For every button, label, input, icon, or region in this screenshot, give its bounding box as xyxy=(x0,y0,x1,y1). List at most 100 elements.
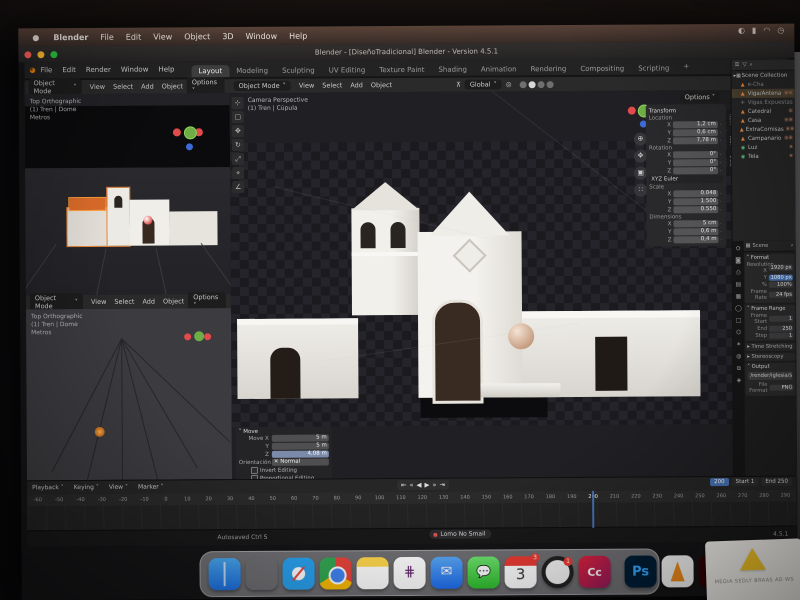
macos-menu-help[interactable]: Help xyxy=(289,31,307,40)
transform-orientation-selector[interactable]: Global ˅ xyxy=(465,79,502,89)
modifier-tab-icon[interactable]: ⌬ xyxy=(734,328,743,337)
topbar-menu-file[interactable]: File xyxy=(41,66,53,74)
outliner-item-catedral[interactable]: ▲Catedral▣ xyxy=(732,107,795,116)
checkbox-icon[interactable] xyxy=(251,475,258,479)
timeline-tick-150[interactable]: 150 xyxy=(476,494,497,500)
keyframe-dot-icon[interactable]: · xyxy=(718,122,723,128)
timeline-tick--10[interactable]: -10 xyxy=(134,497,155,503)
timeline-tick--60[interactable]: -60 xyxy=(27,497,48,503)
timeline-tick-280[interactable]: 280 xyxy=(753,493,774,499)
property-value-field[interactable]: 1080 px xyxy=(769,275,793,281)
outliner-editor-icon[interactable]: ☰ xyxy=(734,62,739,68)
display-icon[interactable]: ◐ xyxy=(738,26,745,35)
rotate-tool-icon[interactable]: ↻ xyxy=(232,139,244,151)
timeline-tick-80[interactable]: 80 xyxy=(326,495,347,501)
adjust-last-operation-panel[interactable]: ˅ Move Move X5 mY5 mZ4,08 m Orientación … xyxy=(236,426,332,479)
macos-menu-view[interactable]: View xyxy=(153,32,172,41)
church-model-mini[interactable] xyxy=(67,185,217,248)
outliner-item-viga-antena[interactable]: ▲Viga/Antena▣▣ xyxy=(732,89,795,98)
output-path-field[interactable]: /render/iglesia/salida/ xyxy=(748,372,792,380)
dock-app-creative-cloud[interactable]: Cc xyxy=(578,556,610,588)
main-viewport-camera-perspective[interactable]: Camera Perspective(1) Tren | Cúpula ⊹▢✥↻… xyxy=(230,90,733,479)
keyframe-dot-icon[interactable]: · xyxy=(718,160,723,166)
timeline-tick-240[interactable]: 240 xyxy=(668,493,689,499)
church-facade[interactable] xyxy=(417,191,522,398)
timeline-tick-110[interactable]: 110 xyxy=(390,495,411,501)
status-notification-pill[interactable]: Lomo No Smail xyxy=(429,529,491,538)
solid-shading-icon[interactable] xyxy=(528,81,535,88)
workspace-tab-uv-editing[interactable]: UV Editing xyxy=(322,64,373,76)
left-wing-door[interactable] xyxy=(270,348,300,399)
timeline-tick-220[interactable]: 220 xyxy=(625,494,646,500)
keyframe-dot-icon[interactable]: · xyxy=(718,191,723,197)
timeline-tick-180[interactable]: 180 xyxy=(540,494,561,500)
visibility-icons[interactable]: ◉ xyxy=(789,154,793,159)
location-value-field[interactable]: 7,78 m xyxy=(673,137,718,144)
viewport-menu-add[interactable]: Add xyxy=(142,298,155,306)
property-value-field[interactable]: 1920 px xyxy=(769,265,793,271)
select-box-tool-icon[interactable]: ▢ xyxy=(232,111,244,123)
workspace-tab-texture-paint[interactable]: Texture Paint xyxy=(372,64,431,76)
keyframe-dot-icon[interactable]: · xyxy=(718,152,723,158)
viewport-menu-select[interactable]: Select xyxy=(113,83,133,91)
light-object[interactable] xyxy=(95,427,105,437)
frame-start-field[interactable]: Start 1 xyxy=(732,478,759,486)
property-value-field[interactable]: 250 xyxy=(769,326,793,332)
rotation-value-field[interactable]: 0° xyxy=(673,159,718,166)
viewport-menu-object[interactable]: Object xyxy=(163,297,184,305)
workspace-tab-scripting[interactable]: Scripting xyxy=(631,62,676,74)
dock-app-vlc[interactable] xyxy=(661,555,693,587)
wifi-icon[interactable]: ◠ xyxy=(763,26,770,35)
macos-menu-blender[interactable]: Blender xyxy=(53,32,88,41)
frame-end-field[interactable]: End 250 xyxy=(761,478,792,486)
timeline-tick-230[interactable]: 230 xyxy=(647,493,668,499)
timeline-tick-210[interactable]: 210 xyxy=(604,494,625,500)
viewlayer-tab-icon[interactable]: ▤ xyxy=(734,280,743,289)
jump-start-icon[interactable]: ⇤ xyxy=(401,481,407,489)
prev-keyframe-icon[interactable]: « xyxy=(409,481,413,489)
property-value-field[interactable]: 100% xyxy=(769,282,793,288)
topbar-menu-window[interactable]: Window xyxy=(121,66,149,74)
particles-tab-icon[interactable]: ✶ xyxy=(734,340,743,349)
timeline-tick-140[interactable]: 140 xyxy=(454,495,475,501)
property-value-field[interactable]: PNG xyxy=(769,385,793,391)
viewport-menu-add[interactable]: Add xyxy=(141,83,154,91)
outliner-item-extracornisas[interactable]: ▲ExtraCornisas▣▣ xyxy=(732,125,795,134)
keyframe-dot-icon[interactable]: · xyxy=(718,130,723,136)
outliner-item-campanario[interactable]: ▲Campanario▣▣ xyxy=(732,134,795,143)
visibility-icons[interactable]: ▣▣ xyxy=(784,136,793,141)
search-icon[interactable]: ⌕ xyxy=(750,61,753,68)
timeline-tick--30[interactable]: -30 xyxy=(91,497,112,503)
viewport-camera-wireframe[interactable]: Top Orthographic(1) Tren | DomeMetros xyxy=(26,308,232,480)
workspace-tab-sculpting[interactable]: Sculpting xyxy=(275,65,322,77)
timeline-tick-40[interactable]: 40 xyxy=(241,496,262,502)
outliner-item-scene-collection[interactable]: ▸▦Scene Collection xyxy=(732,71,795,80)
timeline-menu-playback[interactable]: Playback ˅ xyxy=(32,484,64,491)
dimensions-value-field[interactable]: 5 cm xyxy=(673,220,718,227)
timeline-tick-160[interactable]: 160 xyxy=(497,494,518,500)
tool-tab-icon[interactable]: ⛭ xyxy=(734,244,743,253)
viewport-menu-view[interactable]: View xyxy=(299,82,314,90)
dock-app-messages[interactable]: 💬 xyxy=(467,556,499,588)
viewport-menu-object[interactable]: Object xyxy=(371,81,392,89)
keyframe-dot-icon[interactable]: · xyxy=(718,138,723,144)
dock-app-photoshop[interactable]: Ps xyxy=(624,555,656,587)
apple-menu-icon[interactable]: ● xyxy=(32,33,39,42)
viewport-menu-object[interactable]: Object xyxy=(162,82,183,90)
play-reverse-icon[interactable]: ◀ xyxy=(416,481,421,489)
workspace-tab-animation[interactable]: Animation xyxy=(474,63,524,75)
rotation-value-field[interactable]: 0° xyxy=(673,167,718,174)
render-tab-icon[interactable]: ◙ xyxy=(734,256,743,265)
dock-app-finder[interactable] xyxy=(209,558,241,590)
keyframe-dot-icon[interactable]: · xyxy=(718,168,723,174)
material-shading-icon[interactable] xyxy=(537,81,544,88)
timeline-tick-50[interactable]: 50 xyxy=(262,496,283,502)
timeline-menu-keying[interactable]: Keying ˅ xyxy=(74,484,99,491)
church-steps[interactable] xyxy=(480,383,560,397)
timeline-tick--50[interactable]: -50 xyxy=(48,497,69,503)
timeline-tick-10[interactable]: 10 xyxy=(177,496,198,502)
macos-menu-3d[interactable]: 3D xyxy=(222,32,233,41)
options-button[interactable]: Options ˅ xyxy=(680,92,720,102)
left-wing-mini[interactable] xyxy=(67,208,107,246)
mode-selector[interactable]: Object Mode˅ xyxy=(234,81,291,91)
